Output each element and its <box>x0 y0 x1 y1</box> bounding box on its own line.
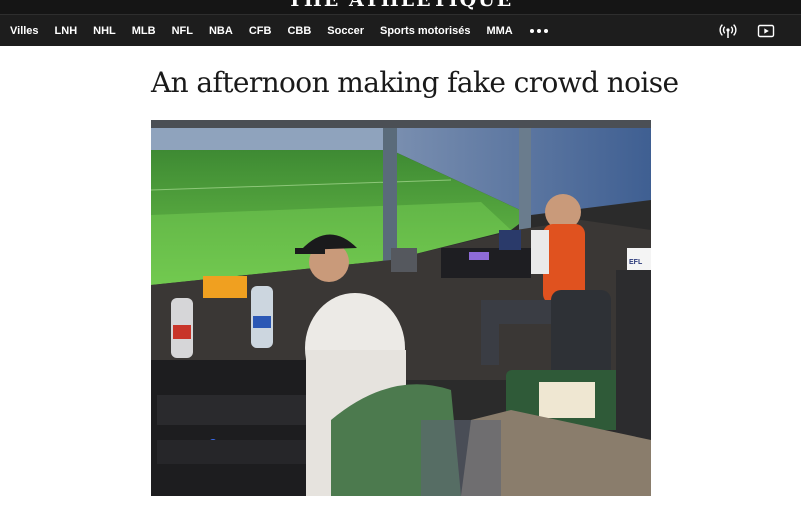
nav-items: Villes LNH NHL MLB NFL NBA CFB CBB Socce… <box>0 15 548 46</box>
nav-item-nfl[interactable]: NFL <box>172 25 193 37</box>
nav-item-soccer[interactable]: Soccer <box>327 25 364 37</box>
podcast-icon[interactable] <box>719 22 737 40</box>
nav-item-nba[interactable]: NBA <box>209 25 233 37</box>
main-nav: Villes LNH NHL MLB NFL NBA CFB CBB Socce… <box>0 14 801 46</box>
video-play-icon[interactable] <box>757 22 775 40</box>
more-dots-icon[interactable] <box>529 28 548 33</box>
nav-item-sports-motorises[interactable]: Sports motorisés <box>380 25 470 37</box>
nav-item-mma[interactable]: MMA <box>486 25 512 37</box>
article-photo: EFL <box>151 120 651 496</box>
top-bar: THE ATHLETIQUE <box>0 0 801 14</box>
nav-item-cfb[interactable]: CFB <box>249 25 272 37</box>
nav-item-nhl[interactable]: NHL <box>93 25 116 37</box>
nav-item-mlb[interactable]: MLB <box>132 25 156 37</box>
nav-item-lnh[interactable]: LNH <box>55 25 78 37</box>
site-logo[interactable]: THE ATHLETIQUE <box>0 0 801 11</box>
nav-item-cbb[interactable]: CBB <box>287 25 311 37</box>
efl-sign-text: EFL <box>629 259 643 266</box>
article-headline: An afternoon making fake crowd noise <box>151 66 679 99</box>
nav-item-villes[interactable]: Villes <box>10 25 39 37</box>
